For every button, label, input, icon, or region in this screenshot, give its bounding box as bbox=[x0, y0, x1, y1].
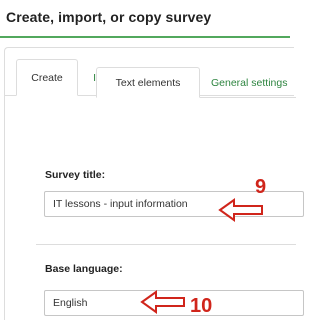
arrow-left-icon bbox=[218, 198, 263, 222]
tab-create[interactable]: Create bbox=[16, 59, 78, 96]
arrow-left-icon bbox=[140, 290, 185, 314]
tab-general-settings[interactable]: General settings bbox=[211, 67, 287, 98]
tab-text-elements[interactable]: Text elements bbox=[96, 67, 200, 98]
page-title: Create, import, or copy survey bbox=[6, 9, 212, 25]
survey-title-label: Survey title: bbox=[45, 169, 106, 181]
base-language-label: Base language: bbox=[45, 263, 123, 275]
callout-number: 9 bbox=[255, 176, 267, 198]
callout-number: 10 bbox=[190, 295, 213, 317]
section-divider bbox=[36, 244, 296, 245]
title-divider bbox=[0, 36, 290, 38]
